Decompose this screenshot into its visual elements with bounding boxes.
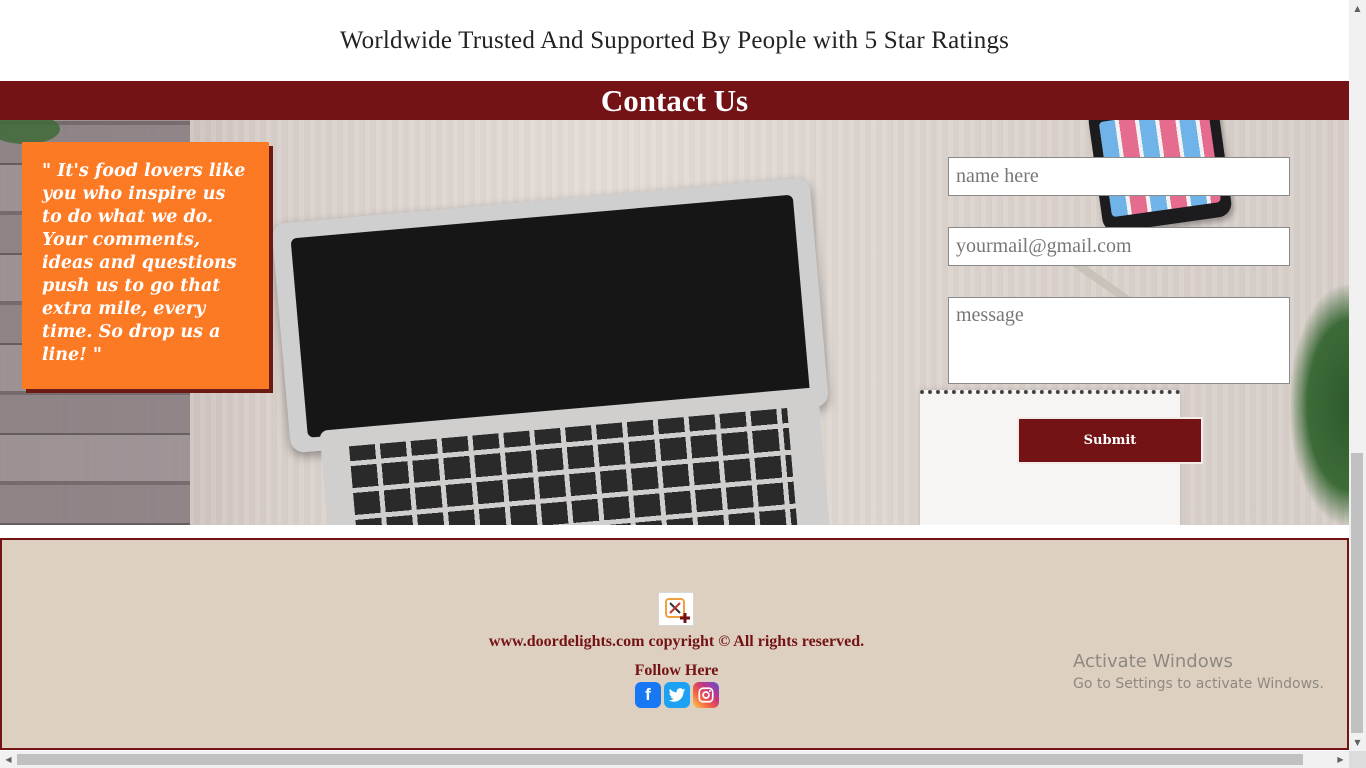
copyright-text: www.doordelights.com copyright © All rig…: [488, 633, 865, 650]
social-links: f: [635, 682, 719, 708]
horizontal-scroll-thumb[interactable]: [17, 754, 1303, 765]
windows-activation-watermark: Activate Windows Go to Settings to activ…: [1073, 651, 1324, 692]
scroll-down-icon[interactable]: ▼: [1349, 734, 1366, 751]
plant-decoration-right: [1290, 285, 1349, 525]
contact-heading: Contact Us: [0, 81, 1349, 120]
vertical-scrollbar[interactable]: ▲ ▼: [1349, 0, 1366, 751]
watermark-subtitle: Go to Settings to activate Windows.: [1073, 676, 1324, 692]
laptop-image: [260, 166, 849, 525]
submit-button[interactable]: Submit: [1017, 417, 1203, 464]
scroll-left-icon[interactable]: ◀: [0, 751, 17, 768]
facebook-icon[interactable]: f: [635, 682, 661, 708]
name-field[interactable]: [948, 157, 1290, 196]
instagram-icon[interactable]: [693, 682, 719, 708]
vertical-scroll-thumb[interactable]: [1351, 453, 1363, 733]
scroll-right-icon[interactable]: ▶: [1332, 751, 1349, 768]
email-field[interactable]: [948, 227, 1290, 266]
twitter-icon[interactable]: [664, 682, 690, 708]
quote-card: " It's food lovers like you who inspire …: [22, 142, 269, 389]
footer: www.doordelights.com copyright © All rig…: [0, 538, 1349, 750]
message-field[interactable]: [948, 297, 1290, 384]
scroll-corner: [1349, 751, 1366, 768]
quote-text: " It's food lovers like you who inspire …: [42, 161, 246, 365]
watermark-title: Activate Windows: [1073, 651, 1233, 672]
restaurant-logo-icon[interactable]: [658, 592, 694, 626]
horizontal-scrollbar[interactable]: ◀ ▶: [0, 751, 1349, 768]
scroll-up-icon[interactable]: ▲: [1349, 0, 1366, 17]
tagline: Worldwide Trusted And Supported By Peopl…: [339, 26, 1010, 54]
